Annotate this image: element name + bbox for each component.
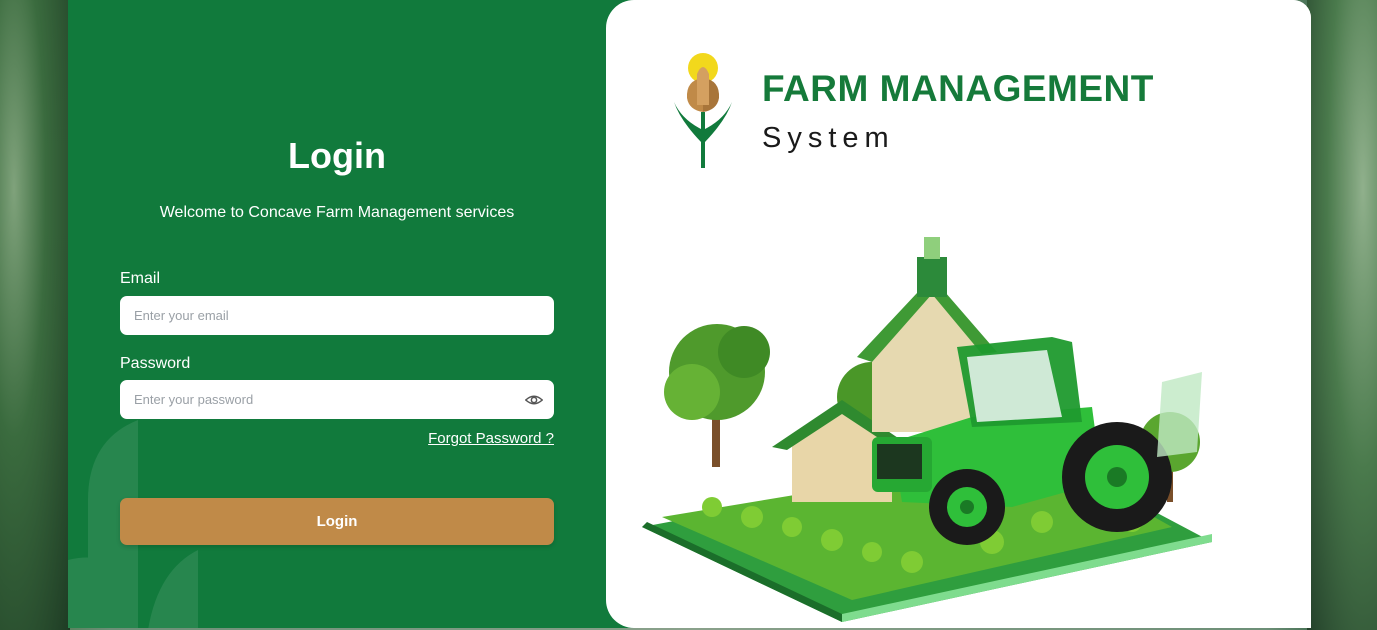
farm-illustration bbox=[642, 237, 1212, 622]
brand-subtitle: System bbox=[762, 122, 895, 154]
password-label: Password bbox=[120, 355, 191, 372]
wheat-logo-icon bbox=[674, 53, 732, 168]
email-label: Email bbox=[120, 270, 161, 287]
forgot-password-link[interactable]: Forgot Password ? bbox=[120, 430, 554, 447]
brand-title: FARM MANAGEMENT bbox=[762, 68, 1154, 109]
login-panel: Login Welcome to Concave Farm Management… bbox=[68, 0, 658, 628]
password-input[interactable] bbox=[120, 380, 554, 419]
background-left bbox=[0, 0, 70, 630]
login-button[interactable]: Login bbox=[120, 498, 554, 545]
email-input[interactable] bbox=[120, 296, 554, 335]
welcome-text: Welcome to Concave Farm Management servi… bbox=[159, 204, 515, 221]
login-title: Login bbox=[288, 135, 386, 176]
eye-icon[interactable] bbox=[525, 391, 543, 409]
background-right bbox=[1307, 0, 1377, 630]
